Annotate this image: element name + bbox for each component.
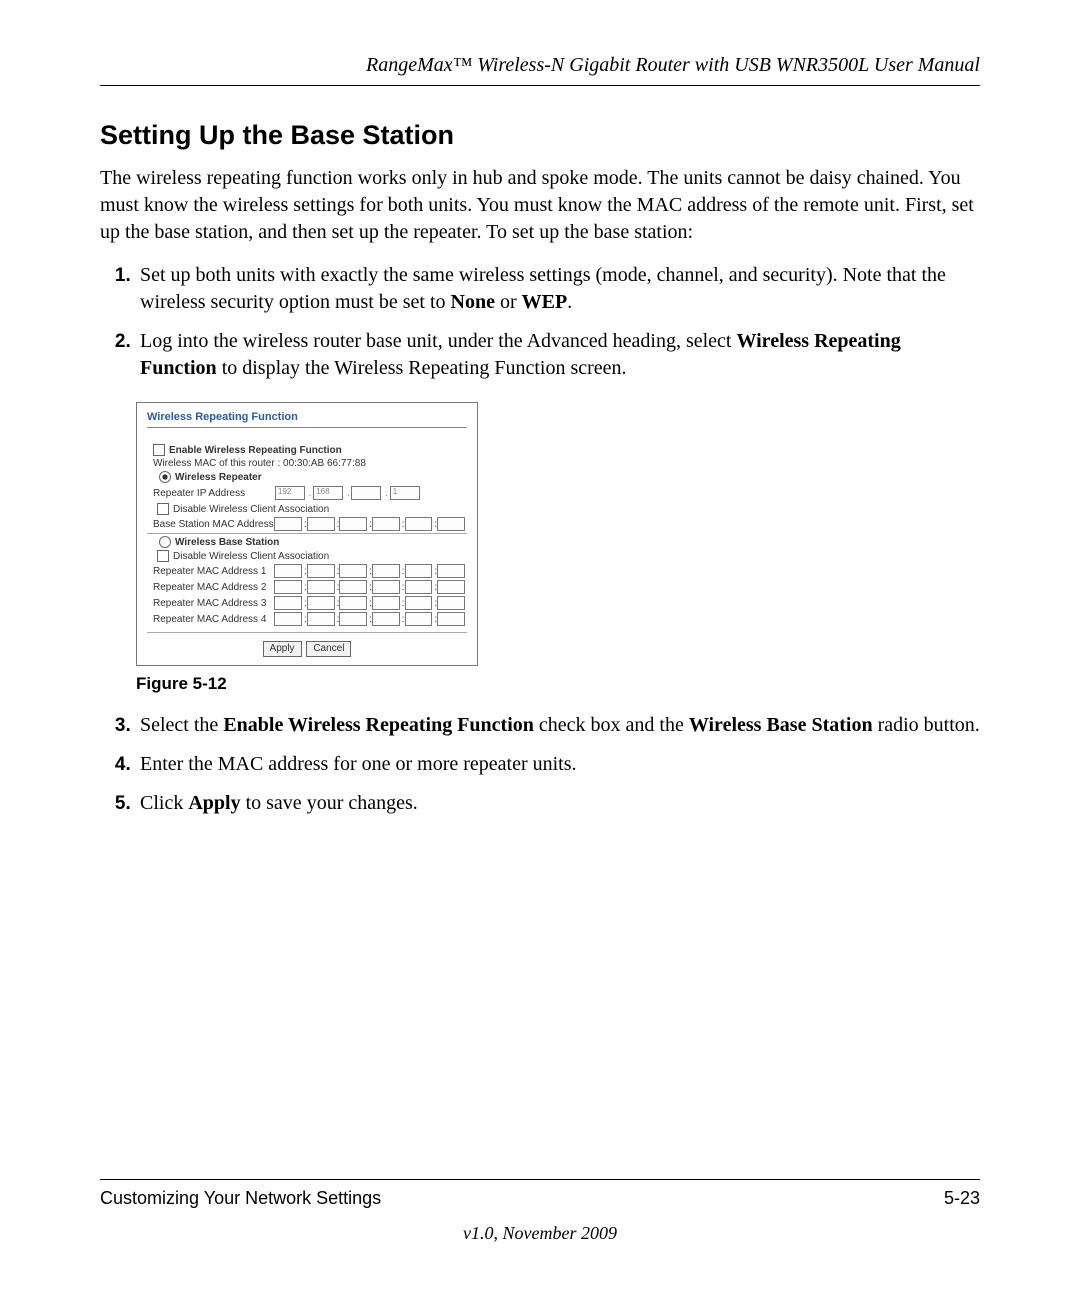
mac-box[interactable] [274, 564, 302, 578]
section-title: Setting Up the Base Station [100, 120, 980, 151]
mac-box[interactable] [339, 596, 367, 610]
step-5-a: Click [140, 792, 188, 814]
step-4: Enter the MAC address for one or more re… [136, 751, 980, 778]
mac-box[interactable] [437, 580, 465, 594]
mac-box[interactable] [372, 564, 400, 578]
step-3-c: check box and the [534, 714, 689, 736]
repeater-mac-3-label: Repeater MAC Address 3 [153, 598, 274, 609]
step-1-end: . [567, 291, 572, 313]
step-3-d: radio button. [873, 714, 980, 736]
apply-button[interactable]: Apply [263, 641, 302, 657]
mac-box[interactable] [405, 517, 433, 531]
mac-box[interactable] [405, 596, 433, 610]
figure-caption: Figure 5-12 [136, 674, 980, 694]
step-1-bold-none: None [451, 291, 495, 313]
ip-octet-2[interactable]: 168 [313, 486, 343, 500]
step-1: Set up both units with exactly the same … [136, 262, 980, 316]
disable-assoc-label-2: Disable Wireless Client Association [173, 551, 467, 562]
steps-list: Set up both units with exactly the same … [100, 262, 980, 382]
step-2: Log into the wireless router base unit, … [136, 328, 980, 382]
doc-header: RangeMax™ Wireless-N Gigabit Router with… [100, 48, 980, 86]
mac-box[interactable] [437, 517, 465, 531]
cancel-button[interactable]: Cancel [306, 641, 351, 657]
step-3-a: Select the [140, 714, 223, 736]
enable-repeating-checkbox[interactable] [153, 444, 165, 456]
mac-box[interactable] [307, 580, 335, 594]
mac-box[interactable] [307, 612, 335, 626]
mac-box[interactable] [437, 612, 465, 626]
mac-box[interactable] [274, 596, 302, 610]
step-3: Select the Enable Wireless Repeating Fun… [136, 712, 980, 739]
step-1-or: or [495, 291, 522, 313]
step-3-b1: Enable Wireless Repeating Function [223, 714, 534, 736]
step-2-text: Log into the wireless router base unit, … [140, 330, 736, 352]
mac-box[interactable] [437, 564, 465, 578]
mac-box[interactable] [339, 612, 367, 626]
mac-box[interactable] [274, 517, 302, 531]
steps-list-continued: Select the Enable Wireless Repeating Fun… [100, 712, 980, 817]
step-1-bold-wep: WEP [522, 291, 568, 313]
wireless-base-station-radio[interactable] [159, 536, 171, 548]
panel-title: Wireless Repeating Function [147, 411, 467, 428]
mac-box[interactable] [405, 612, 433, 626]
mac-box[interactable] [372, 596, 400, 610]
mac-box[interactable] [372, 517, 400, 531]
page-footer: Customizing Your Network Settings 5-23 v… [100, 1179, 980, 1244]
step-5-b: Apply [188, 792, 240, 814]
mac-box[interactable] [405, 564, 433, 578]
step-5: Click Apply to save your changes. [136, 790, 980, 817]
disable-assoc-checkbox-1[interactable] [157, 503, 169, 515]
wireless-repeater-radio[interactable] [159, 471, 171, 483]
base-mac-label: Base Station MAC Address [153, 519, 274, 530]
intro-paragraph: The wireless repeating function works on… [100, 165, 980, 246]
mac-box[interactable] [307, 596, 335, 610]
mac-box[interactable] [339, 564, 367, 578]
figure-5-12: Wireless Repeating Function Enable Wirel… [136, 402, 980, 666]
mac-box[interactable] [307, 564, 335, 578]
mac-box[interactable] [437, 596, 465, 610]
footer-left: Customizing Your Network Settings [100, 1188, 381, 1209]
footer-version: v1.0, November 2009 [100, 1223, 980, 1244]
disable-assoc-label-1: Disable Wireless Client Association [173, 504, 467, 515]
footer-page-number: 5-23 [944, 1188, 980, 1209]
mac-box[interactable] [339, 517, 367, 531]
ip-octet-1[interactable]: 192 [275, 486, 305, 500]
mac-box[interactable] [405, 580, 433, 594]
wireless-repeating-panel: Wireless Repeating Function Enable Wirel… [136, 402, 478, 666]
step-5-c: to save your changes. [241, 792, 418, 814]
mac-box[interactable] [307, 517, 335, 531]
disable-assoc-checkbox-2[interactable] [157, 550, 169, 562]
mac-box[interactable] [339, 580, 367, 594]
repeater-mac-2-label: Repeater MAC Address 2 [153, 582, 274, 593]
mac-box[interactable] [274, 612, 302, 626]
step-2-end: to display the Wireless Repeating Functi… [217, 357, 627, 379]
step-3-b2: Wireless Base Station [689, 714, 873, 736]
wireless-repeater-label: Wireless Repeater [175, 472, 467, 483]
repeater-mac-1-label: Repeater MAC Address 1 [153, 566, 274, 577]
mac-box[interactable] [372, 612, 400, 626]
enable-repeating-label: Enable Wireless Repeating Function [169, 445, 467, 456]
mac-box[interactable] [372, 580, 400, 594]
wireless-base-station-label: Wireless Base Station [175, 537, 467, 548]
ip-octet-3[interactable] [351, 486, 381, 500]
ip-octet-4[interactable]: 1 [390, 486, 420, 500]
repeater-ip-label: Repeater IP Address [153, 488, 275, 499]
repeater-mac-4-label: Repeater MAC Address 4 [153, 614, 274, 625]
router-mac-info: Wireless MAC of this router : 00:30:AB 6… [153, 458, 467, 469]
mac-box[interactable] [274, 580, 302, 594]
